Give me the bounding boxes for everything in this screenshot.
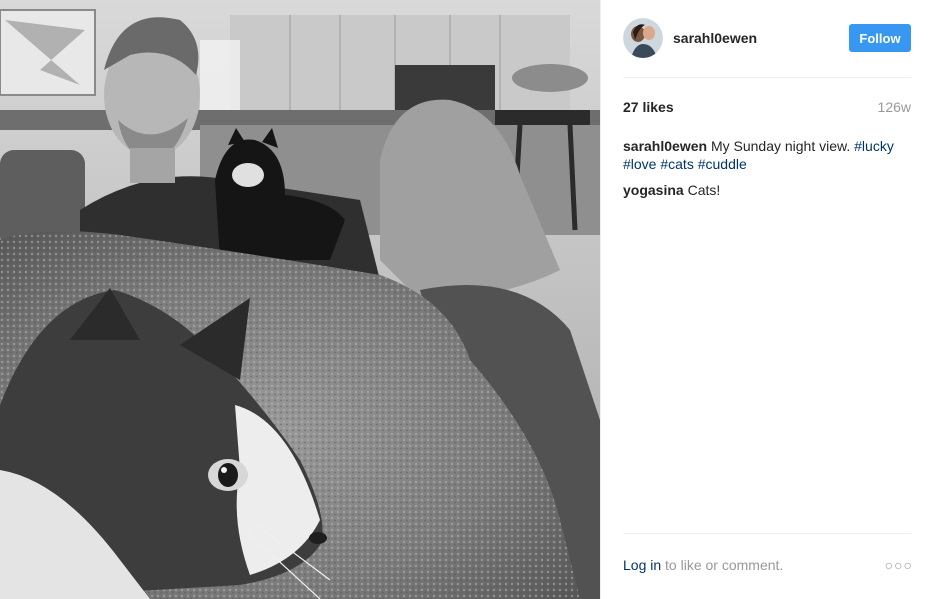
comments-list: sarahl0ewen My Sunday night view. #lucky… bbox=[623, 137, 915, 207]
comment-text: My Sunday night view. bbox=[710, 138, 851, 154]
post-photo[interactable] bbox=[0, 0, 600, 599]
login-prompt: Log in to like or comment. bbox=[623, 557, 783, 573]
avatar-photo-icon bbox=[623, 18, 663, 58]
footer-divider bbox=[623, 533, 911, 534]
hashtag-link[interactable]: #love bbox=[623, 156, 656, 172]
comment-caption: sarahl0ewen My Sunday night view. #lucky… bbox=[623, 137, 915, 173]
comment-item: yogasina Cats! bbox=[623, 181, 915, 199]
post-username[interactable]: sarahl0ewen bbox=[673, 30, 849, 46]
likes-row: 27 likes 126w bbox=[623, 99, 911, 115]
user-avatar[interactable] bbox=[623, 18, 663, 58]
post-sidebar: sarahl0ewen Follow 27 likes 126w sarahl0… bbox=[600, 0, 935, 599]
more-options-icon[interactable]: ○○○ bbox=[885, 557, 913, 573]
header-divider bbox=[623, 77, 911, 78]
comment-username[interactable]: yogasina bbox=[623, 182, 684, 198]
login-prompt-text: to like or comment. bbox=[665, 557, 784, 573]
comment-text: Cats! bbox=[687, 182, 721, 198]
instagram-post: sarahl0ewen Follow 27 likes 126w sarahl0… bbox=[0, 0, 935, 599]
follow-button[interactable]: Follow bbox=[849, 24, 911, 52]
hashtag-link[interactable]: #lucky bbox=[854, 138, 894, 154]
login-link[interactable]: Log in bbox=[623, 557, 661, 573]
hashtag-link[interactable]: #cats bbox=[660, 156, 693, 172]
post-footer: Log in to like or comment. ○○○ bbox=[623, 557, 913, 573]
photo-grayscale-image bbox=[0, 0, 600, 599]
hashtag-link[interactable]: #cuddle bbox=[698, 156, 747, 172]
comment-username[interactable]: sarahl0ewen bbox=[623, 138, 707, 154]
post-age[interactable]: 126w bbox=[878, 99, 911, 115]
likes-count[interactable]: 27 likes bbox=[623, 99, 674, 115]
post-header: sarahl0ewen Follow bbox=[623, 16, 911, 60]
